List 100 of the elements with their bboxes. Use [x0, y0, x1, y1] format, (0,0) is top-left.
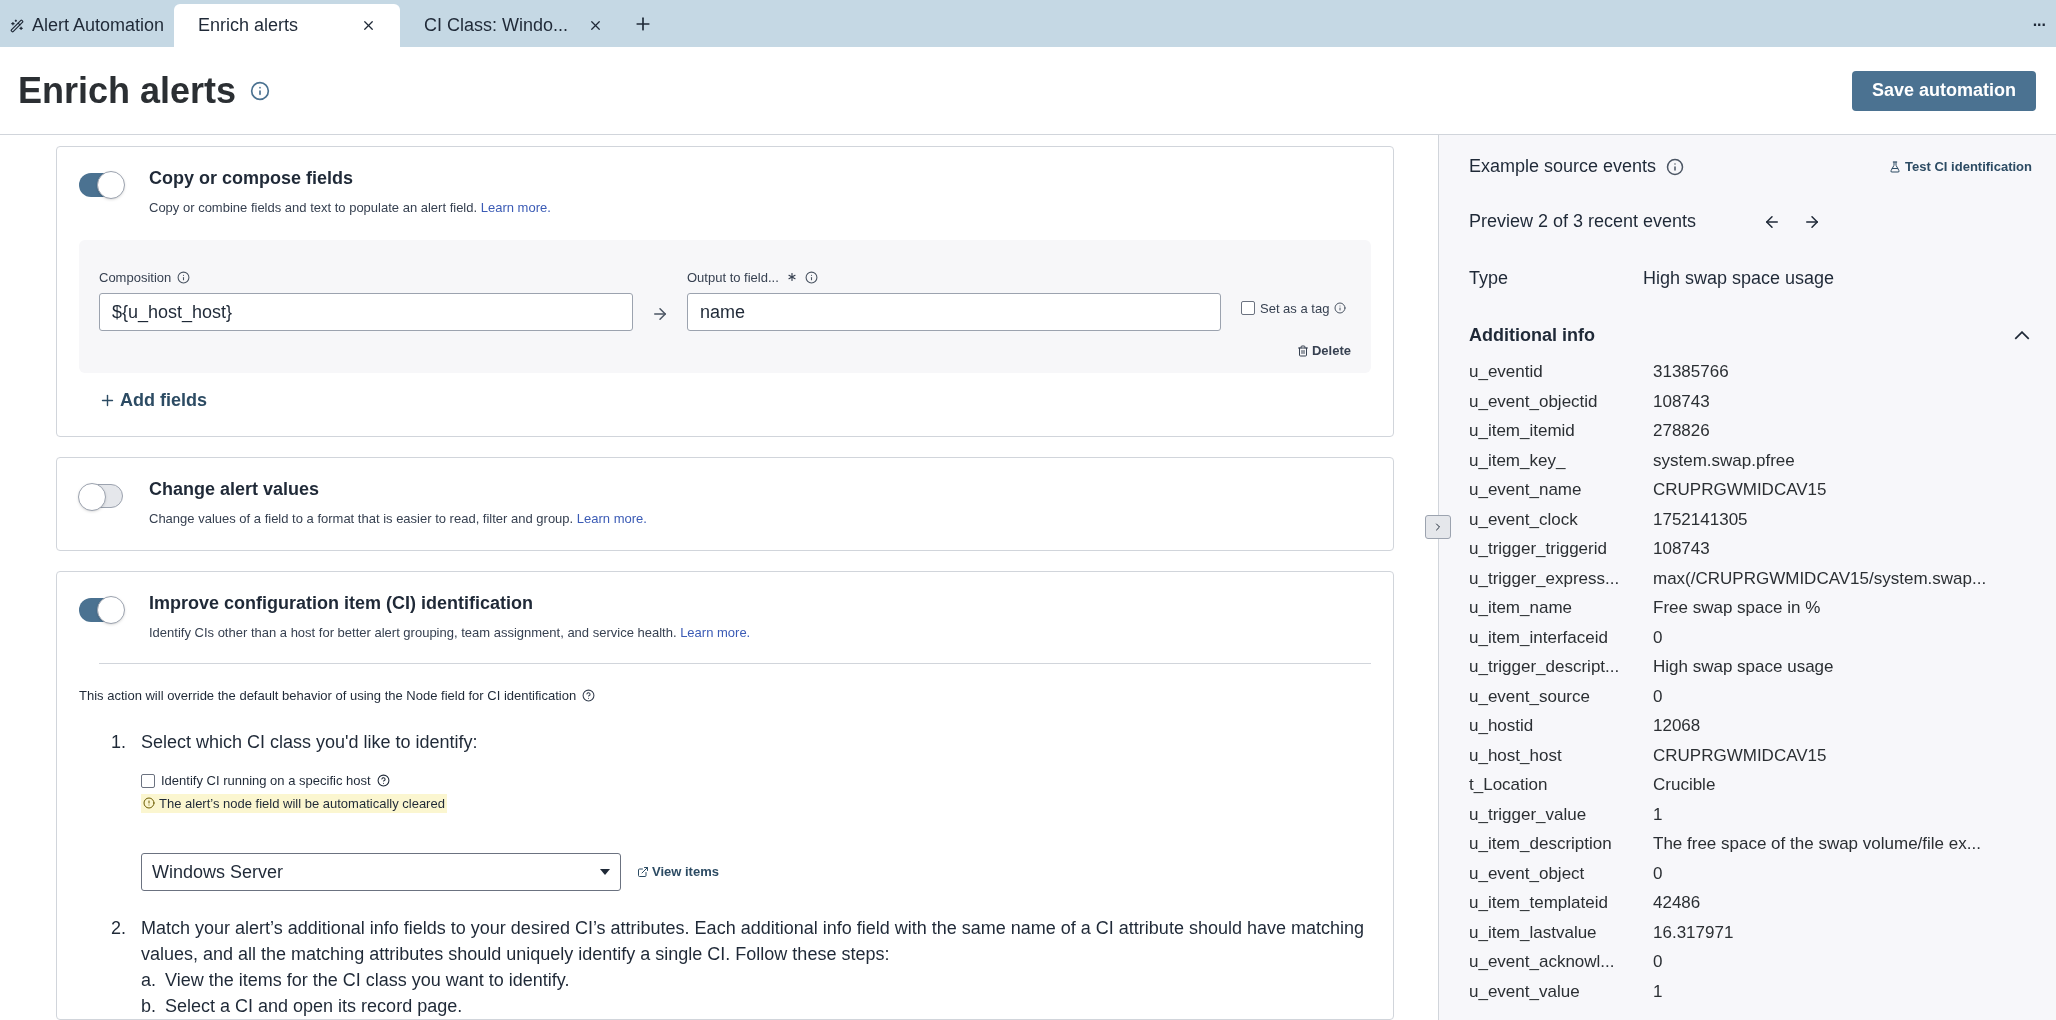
override-note: This action will override the default behavior of using the Node field for CI identification [79, 686, 577, 705]
info-value: High swap space usage [1653, 656, 1834, 678]
checkbox[interactable] [1241, 301, 1255, 316]
step-text: Select which CI class you'd like to identify: [141, 731, 479, 754]
info-key: u_item_interfaceid [1469, 624, 1653, 650]
help-icon[interactable] [582, 688, 596, 702]
info-key: u_event_source [1469, 683, 1653, 709]
additional-info-title: Additional info [1469, 324, 1595, 347]
info-value: 0 [1653, 685, 1663, 708]
info-key: u_trigger_value [1469, 801, 1653, 827]
info-value: 1 [1653, 803, 1663, 826]
toggle-switch[interactable] [79, 173, 123, 197]
field-label: Composition [99, 268, 172, 287]
chevron-up-icon [2014, 331, 2030, 340]
info-key: u_event_objectid [1469, 388, 1653, 414]
accordion-toggle[interactable] [2014, 331, 2030, 340]
more-menu[interactable]: ... [2032, 9, 2046, 33]
preview-count: Preview 2 of 3 recent events [1469, 210, 1698, 233]
info-value: 278826 [1653, 420, 1710, 442]
toggle-switch[interactable] [79, 483, 123, 508]
info-key: t_Location [1469, 772, 1653, 798]
tab[interactable]: Alert Automation [0, 4, 175, 47]
panel-title: Example source events [1469, 155, 1657, 178]
composition-field[interactable]: ${u_host_host} [99, 293, 633, 331]
section-description: Change values of a field to a format that is easier to read, filter and group. Learn more. [149, 509, 647, 528]
info-value: Crucible [1653, 774, 1716, 796]
info-key: u_trigger_descript... [1469, 654, 1653, 680]
info-key: u_event_clock [1469, 506, 1653, 532]
info-key: u_item_itemid [1469, 418, 1653, 444]
info-icon[interactable] [1334, 302, 1347, 315]
save-automation-button[interactable]: Save automation [1851, 70, 2036, 111]
info-key: u_eventid [1469, 359, 1653, 385]
info-icon[interactable] [177, 270, 191, 284]
info-value: Free swap space in % [1653, 597, 1821, 619]
info-key: u_item_templateid [1469, 890, 1653, 916]
section-title: Improve configuration item (CI) identification [149, 592, 534, 615]
tab[interactable]: CI Class: Windo... [414, 4, 614, 47]
checkbox[interactable] [141, 773, 155, 788]
substep-letter: a. [141, 969, 157, 992]
info-value: 31385766 [1653, 361, 1729, 383]
info-icon[interactable] [804, 270, 818, 284]
info-key: u_item_lastvalue [1469, 919, 1653, 945]
info-value: max(/CRUPRGWMIDCAV15/system.swap... [1653, 567, 1987, 590]
substep-letter: b. [141, 995, 157, 1018]
ci-class-dropdown[interactable]: Windows Server [141, 853, 621, 891]
info-icon[interactable] [250, 80, 271, 101]
info-value: 0 [1653, 626, 1663, 649]
view-items-link[interactable]: View items [637, 862, 719, 882]
warning-icon [143, 797, 155, 810]
warning-text: The alert’s node field will be automatically cleared [159, 794, 445, 813]
info-key: u_host_host [1469, 742, 1653, 768]
info-key: u_trigger_triggerid [1469, 536, 1653, 562]
test-ci-link[interactable]: Test CI identification [1889, 156, 2032, 177]
learn-more-link[interactable]: Learn more. [480, 200, 551, 215]
flask-icon [1889, 160, 1902, 173]
type-value: High swap space usage [1643, 267, 1835, 290]
info-key: u_hostid [1469, 713, 1653, 739]
checkbox-label: Identify CI running on a specific host [161, 772, 371, 790]
section-title: Copy or compose fields [149, 167, 355, 190]
type-label: Type [1469, 267, 1510, 290]
step-number: 2. [111, 917, 127, 940]
info-value: system.swap.pfree [1653, 449, 1795, 472]
section-description: Copy or combine fields and text to populate an alert field. Learn more. [149, 199, 551, 217]
info-key: u_item_key_ [1469, 447, 1653, 473]
info-key: u_event_value [1469, 978, 1653, 1004]
info-key: u_event_object [1469, 860, 1653, 886]
info-key: u_event_acknowl... [1469, 949, 1653, 975]
step-text: Match your alert’s additional info fields to your desired CI’s attributes. Each additional info field with the same name of a CI attribute should have matching values, and all the matching attributes should uniquely identify a single CI. Follow these steps: [141, 917, 1365, 966]
step-number: 1. [111, 731, 127, 754]
substep-text: Select a CI and open its record page. [165, 995, 463, 1018]
info-icon[interactable] [1666, 157, 1685, 176]
info-value: 12068 [1653, 715, 1701, 737]
info-value: CRUPRGWMIDCAV15 [1653, 479, 1827, 501]
delete-button[interactable]: Delete [1296, 341, 1351, 361]
info-value: 42486 [1653, 892, 1701, 914]
info-key: u_item_description [1469, 831, 1653, 857]
info-value: The free space of the swap volume/file ex... [1653, 833, 1981, 855]
info-value: 108743 [1653, 390, 1710, 413]
info-value: 0 [1653, 951, 1663, 973]
info-value: 16.317971 [1653, 921, 1734, 944]
substep-text: View the items for the CI class you want to identify. [165, 969, 570, 992]
field-label: Output to field... [687, 268, 779, 287]
info-value: 108743 [1653, 538, 1710, 560]
learn-more-link[interactable]: Learn more. [680, 625, 751, 640]
output-field[interactable]: name [687, 293, 1221, 331]
info-key: u_trigger_express... [1469, 565, 1653, 591]
info-value: 1752141305 [1653, 508, 1748, 531]
learn-more-link[interactable]: Learn more. [576, 510, 647, 526]
tab[interactable]: Enrich alerts [174, 4, 401, 47]
toggle-switch[interactable] [79, 598, 123, 622]
info-key: u_item_name [1469, 595, 1653, 621]
info-value: CRUPRGWMIDCAV15 [1653, 744, 1827, 767]
help-icon[interactable] [376, 774, 390, 788]
add-fields-button[interactable]: Add fields [99, 386, 207, 414]
info-value: 1 [1653, 980, 1663, 1003]
section-title: Change alert values [149, 477, 321, 501]
trash-icon [1296, 344, 1309, 357]
info-value: 0 [1653, 862, 1663, 885]
section-description: Identify CIs other than a host for better alert grouping, team assignment, and service health. Learn more. [149, 624, 751, 642]
page-title: Enrich alerts [18, 68, 237, 113]
